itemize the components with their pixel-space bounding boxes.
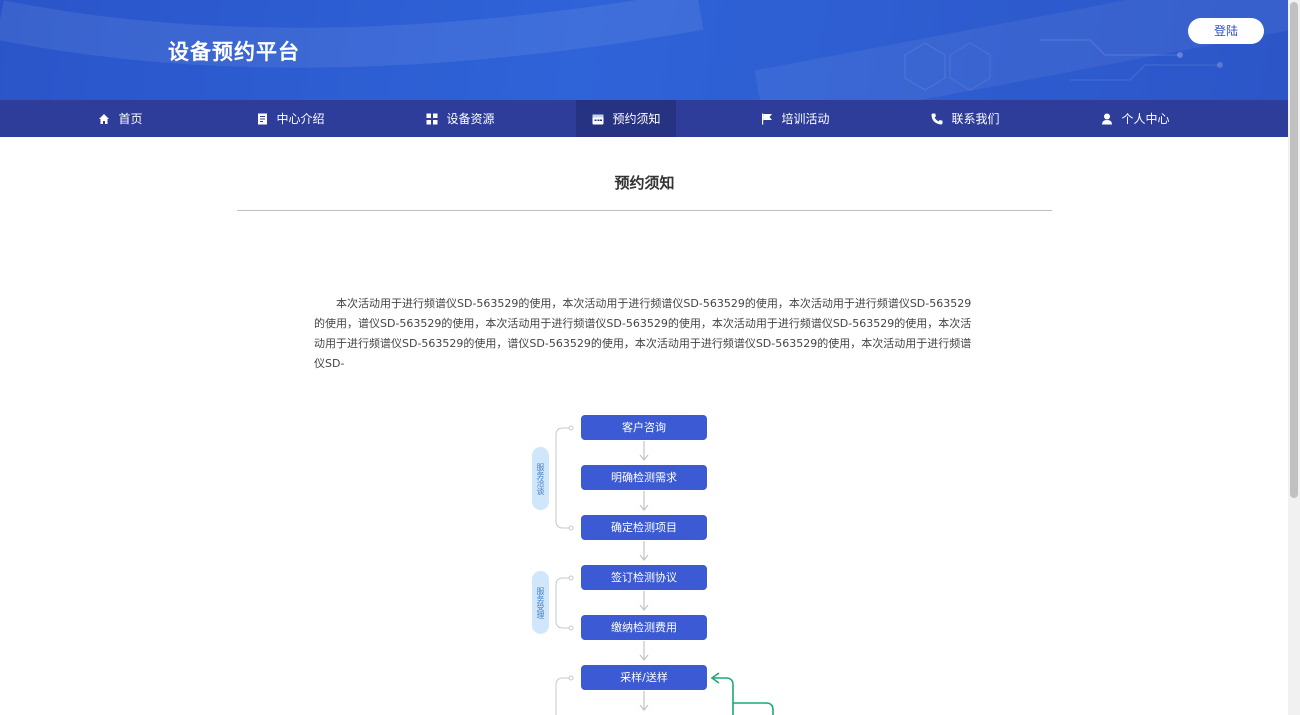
flow-step: 明确检测需求 xyxy=(581,465,707,490)
page-scrollbar[interactable] xyxy=(1288,0,1300,715)
flow-group-consult: 服务洽谈 xyxy=(532,447,549,510)
flow-step: 缴纳检测费用 xyxy=(581,615,707,640)
scrollbar-thumb[interactable] xyxy=(1290,2,1298,498)
flow-step: 确定检测项目 xyxy=(581,515,707,540)
flow-step: 客户咨询 xyxy=(581,415,707,440)
flow-step: 签订检测协议 xyxy=(581,565,707,590)
flow-connectors xyxy=(555,425,774,715)
flow-step: 采样/送样 xyxy=(581,665,707,690)
flow-group-accept: 服务受理 xyxy=(532,571,549,634)
